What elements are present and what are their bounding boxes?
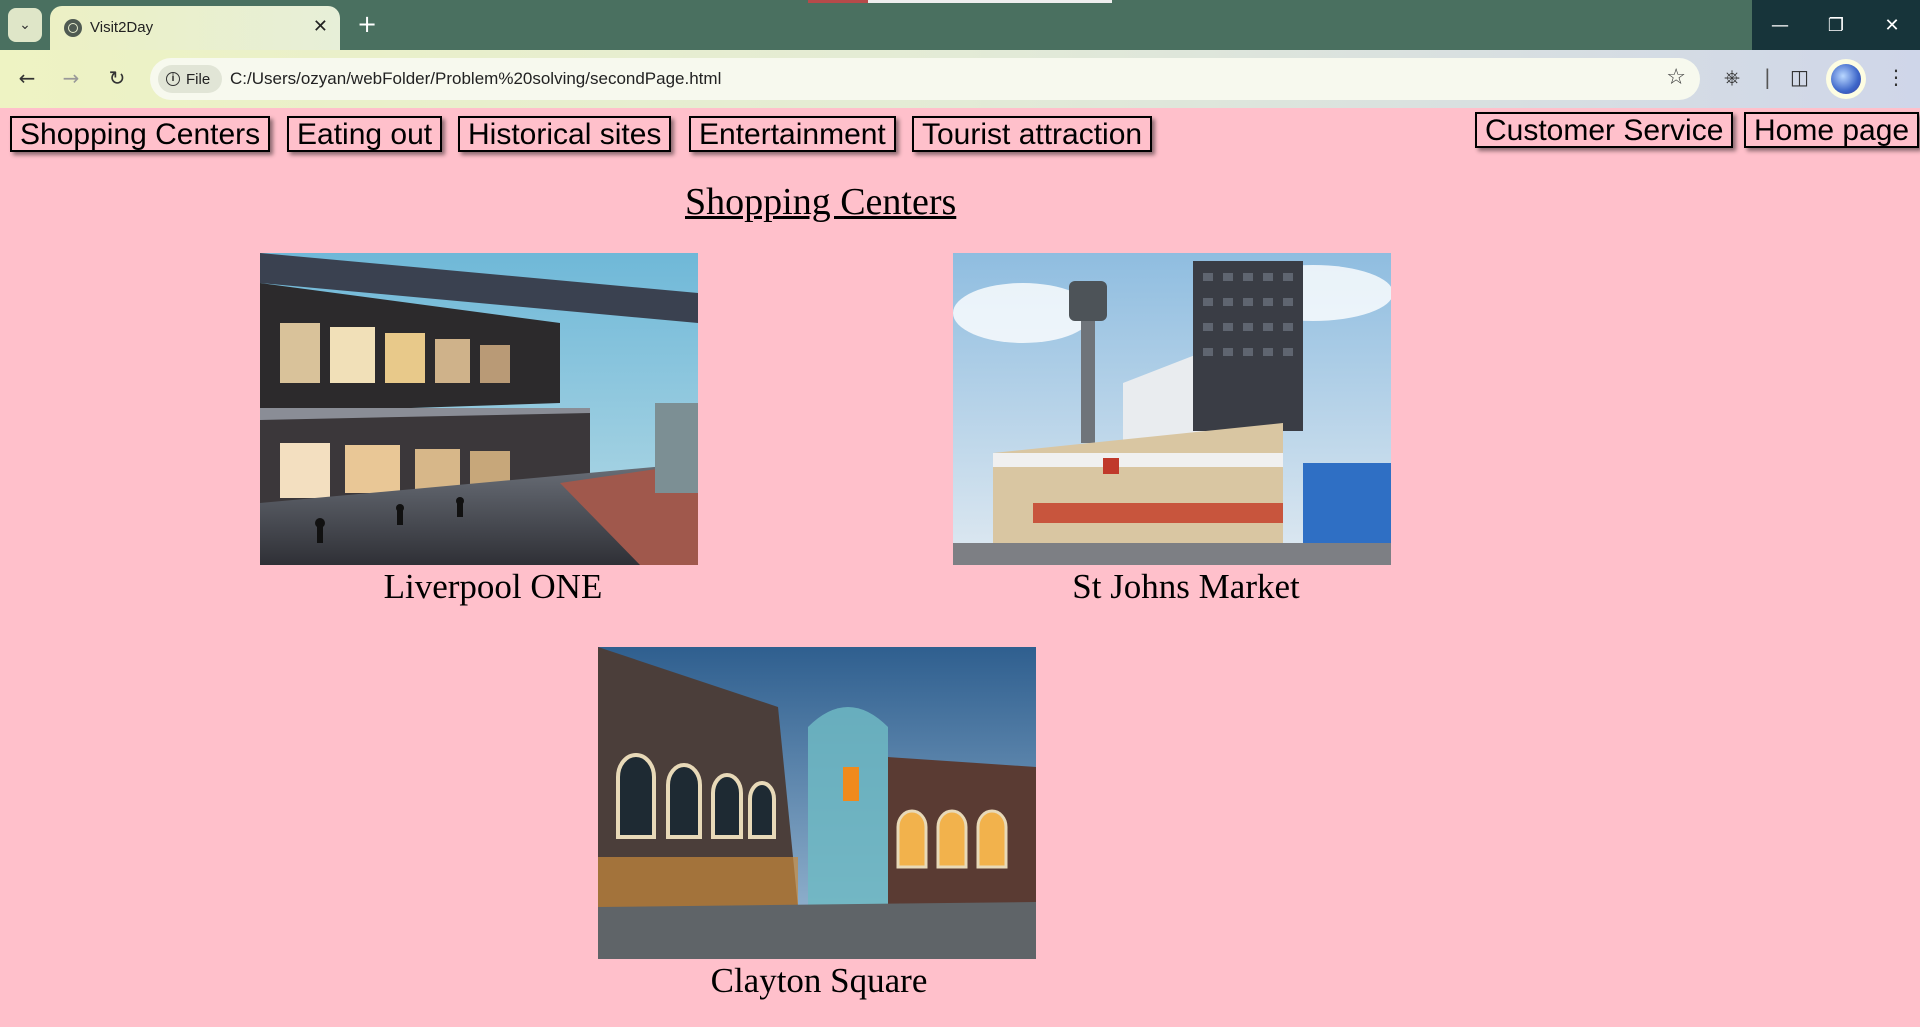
tab-strip-indicator — [808, 0, 868, 3]
st-johns-market-photo — [953, 253, 1391, 565]
nav-home-page[interactable]: Home page — [1744, 112, 1920, 148]
liverpool-one-photo — [260, 253, 698, 565]
extensions-icon[interactable]: ⎈ — [1724, 65, 1740, 89]
tab-search-chevron-icon[interactable]: ⌄ — [8, 8, 42, 42]
window-controls: — ❐ ✕ — [1752, 0, 1920, 50]
bookmark-star-icon[interactable]: ☆ — [1666, 65, 1686, 90]
forward-arrow-icon[interactable]: → — [56, 63, 86, 93]
nav-shopping-centers[interactable]: Shopping Centers — [10, 116, 271, 152]
avatar-image — [1831, 64, 1861, 94]
side-panel-icon[interactable]: ◫ — [1790, 65, 1809, 89]
page-heading: Shopping Centers — [685, 181, 957, 223]
place-caption: St Johns Market — [1072, 567, 1300, 606]
toolbar-divider: | — [1764, 65, 1771, 89]
nav-tourist-attraction[interactable]: Tourist attraction — [912, 116, 1153, 152]
browser-tab-bar: ⌄ Visit2Day ✕ + — ❐ ✕ — [0, 0, 1920, 50]
restore-icon[interactable]: ❐ — [1808, 0, 1864, 50]
tab-strip-indicator — [868, 0, 1112, 3]
back-arrow-icon[interactable]: ← — [12, 63, 42, 93]
tab-title: Visit2Day — [90, 19, 154, 36]
minimize-icon[interactable]: — — [1752, 0, 1808, 50]
close-window-icon[interactable]: ✕ — [1864, 0, 1920, 50]
place-caption: Liverpool ONE — [383, 567, 603, 606]
globe-icon — [64, 19, 82, 37]
nav-entertainment[interactable]: Entertainment — [689, 116, 896, 152]
site-info-button[interactable]: i File — [158, 65, 223, 93]
nav-customer-service[interactable]: Customer Service — [1475, 112, 1734, 148]
site-info-label: File — [186, 70, 211, 88]
url-text[interactable]: C:/Users/ozyan/webFolder/Problem%20solvi… — [230, 69, 721, 89]
profile-avatar[interactable] — [1826, 59, 1866, 99]
address-bar[interactable]: i File C:/Users/ozyan/webFolder/Problem%… — [150, 58, 1700, 100]
browser-tab-active[interactable]: Visit2Day ✕ — [50, 6, 340, 50]
nav-historical-sites[interactable]: Historical sites — [458, 116, 672, 152]
more-menu-icon[interactable]: ⋮ — [1886, 65, 1906, 89]
reload-icon[interactable]: ↻ — [102, 63, 132, 93]
tab-close-icon[interactable]: ✕ — [313, 16, 328, 37]
nav-eating-out[interactable]: Eating out — [287, 116, 443, 152]
browser-toolbar: ← → ↻ i File C:/Users/ozyan/webFolder/Pr… — [0, 50, 1920, 108]
site-navigation: Shopping Centers Eating out Historical s… — [0, 108, 1920, 164]
new-tab-plus-icon[interactable]: + — [352, 8, 382, 40]
clayton-square-photo — [598, 647, 1036, 959]
place-caption: Clayton Square — [710, 961, 928, 1000]
info-icon: i — [166, 72, 180, 86]
